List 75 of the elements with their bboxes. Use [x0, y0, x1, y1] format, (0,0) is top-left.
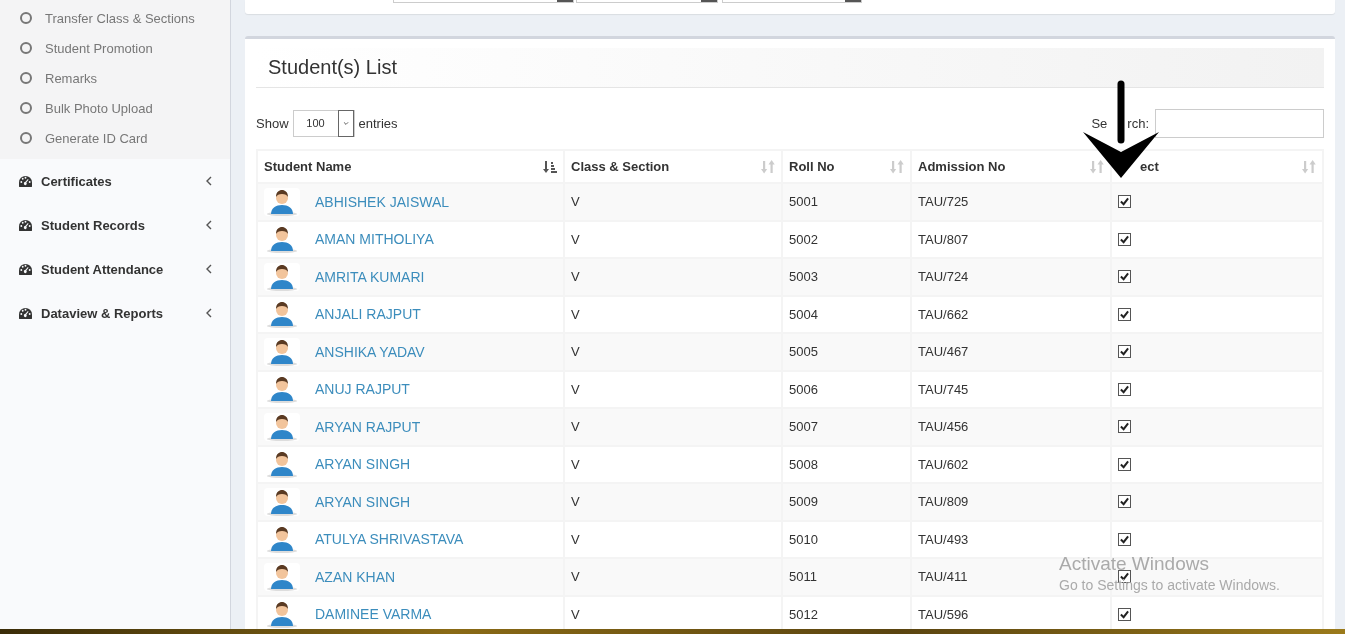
checkbox[interactable] [1118, 270, 1131, 284]
menu-item[interactable]: Dataview & Reports [0, 291, 230, 335]
search-label: Se [1091, 115, 1108, 131]
avatar-icon [264, 562, 300, 591]
avatar-icon [264, 262, 300, 291]
dashboard-icon [18, 174, 33, 188]
submenu-item[interactable]: Student Promotion [0, 33, 230, 63]
checkbox[interactable] [1118, 420, 1131, 434]
table-cell: V [564, 408, 782, 446]
table-cell: TAU/467 [911, 333, 1111, 371]
checkbox[interactable] [1118, 532, 1131, 546]
show-label: Show [256, 115, 289, 131]
student-name-link[interactable]: ARYAN SINGH [315, 456, 411, 473]
table-cell: TAU/725 [911, 183, 1111, 221]
column-header[interactable]: Roll No [789, 159, 835, 174]
checkbox[interactable] [1118, 382, 1131, 396]
table-cell: TAU/809 [911, 483, 1111, 521]
table-cell: TAU/724 [911, 258, 1111, 296]
caret-icon [337, 109, 354, 137]
student-name-link[interactable]: ABHISHEK JAISWAL [315, 193, 450, 210]
table-cell: V [564, 183, 782, 221]
submenu-item[interactable]: Remarks [0, 63, 230, 93]
table-cell: V [564, 558, 782, 596]
chevron-icon [206, 176, 212, 186]
submenu-item[interactable]: Bulk Photo Upload [0, 93, 230, 123]
checkbox[interactable] [1118, 232, 1131, 246]
column-header[interactable]: Student Name [264, 159, 352, 174]
checkbox[interactable] [1118, 495, 1131, 509]
avatar-icon [264, 187, 300, 216]
student-name-link[interactable]: DAMINEE VARMA [315, 606, 432, 623]
table-cell: 5003 [782, 258, 911, 296]
chevron-icon [206, 308, 212, 318]
activation-message: Go to Settings to activate Windows. [1059, 577, 1280, 593]
chevron-icon [206, 264, 212, 274]
submenu-item[interactable]: Generate ID Card [0, 123, 230, 153]
column-header[interactable]: Admission No [918, 159, 1006, 174]
table-cell: 5009 [782, 483, 911, 521]
dashboard-icon [18, 218, 33, 232]
student-name-link[interactable]: AMRITA KUMARI [315, 268, 425, 285]
entries-label: entries [358, 115, 398, 131]
avatar-icon [264, 337, 300, 366]
chevron-icon [206, 220, 212, 230]
student-name-link[interactable]: ANJALI RAJPUT [315, 306, 421, 323]
table-cell: 5005 [782, 333, 911, 371]
search-label: rch: [1127, 115, 1149, 131]
submenu-item[interactable]: Transfer Class & Sections [0, 3, 230, 33]
avatar-icon [264, 412, 300, 441]
checkbox[interactable] [1118, 195, 1131, 209]
checkbox[interactable] [1118, 307, 1131, 321]
menu-item[interactable]: Student Records [0, 203, 230, 247]
table-cell: V [564, 333, 782, 371]
student-name-link[interactable]: ANSHIKA YADAV [315, 343, 425, 360]
dashboard-icon [18, 262, 33, 276]
student-name-link[interactable]: AMAN MITHOLIYA [315, 231, 434, 248]
table-cell: V [564, 483, 782, 521]
checkbox[interactable] [1118, 457, 1131, 471]
checkbox[interactable] [1118, 345, 1131, 359]
panel-title: Student(s) List [268, 56, 397, 79]
menu-item[interactable]: Certificates [0, 159, 230, 203]
table-cell: 5001 [782, 183, 911, 221]
checkbox[interactable] [1118, 607, 1131, 621]
table-cell: TAU/456 [911, 408, 1111, 446]
avatar-icon [264, 487, 300, 516]
student-name-link[interactable]: ARYAN RAJPUT [315, 418, 421, 435]
menu-item[interactable]: Student Attendance [0, 247, 230, 291]
student-name-link[interactable]: AZAN KHAN [315, 568, 396, 585]
column-header[interactable]: ect [1140, 159, 1159, 174]
student-name-link[interactable]: ANUJ RAJPUT [315, 381, 410, 398]
search-field[interactable] [1155, 108, 1324, 138]
page-size-select[interactable]: 100 [292, 109, 355, 137]
table-cell: 5007 [782, 408, 911, 446]
table-cell: 5011 [782, 558, 911, 596]
table-cell: V [564, 258, 782, 296]
dashboard-icon [18, 306, 33, 320]
student-name-link[interactable]: ARYAN SINGH [315, 493, 411, 510]
